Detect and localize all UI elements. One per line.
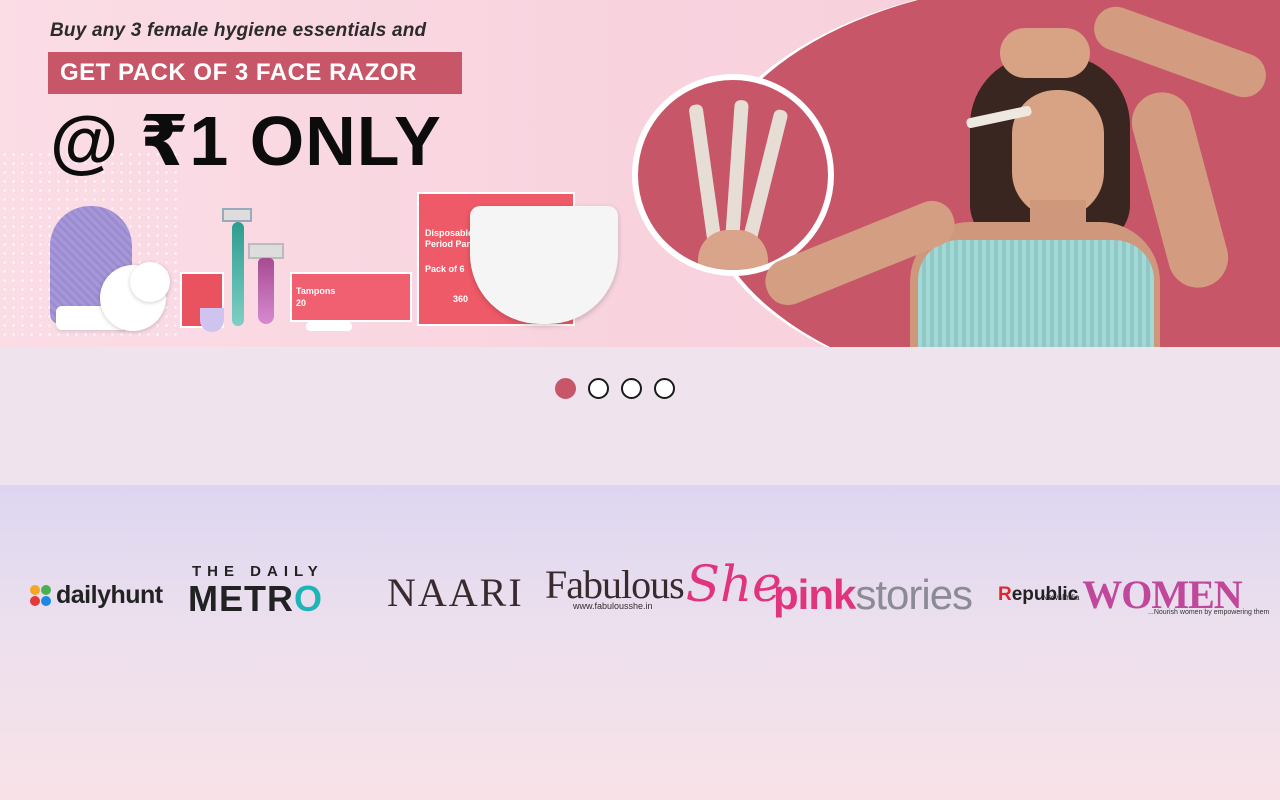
tampons-box-label: Tampons bbox=[296, 286, 336, 296]
press-logo-pink-stories[interactable]: pink stories bbox=[773, 571, 973, 619]
press-logo-republic-women[interactable]: Republic NewsIndia WOMEN ...Nourish wome… bbox=[998, 571, 1269, 618]
press-logo-dailyhunt[interactable]: dailyhunt bbox=[30, 581, 163, 610]
carousel-pagination bbox=[555, 378, 675, 399]
tampon-image bbox=[306, 322, 352, 331]
republic-r-letter: R bbox=[998, 583, 1012, 605]
stories-wordmark: stories bbox=[855, 571, 973, 618]
model-top bbox=[918, 240, 1154, 347]
press-logo-fabulous-she[interactable]: Fabulous She www.fabulousshe.in bbox=[545, 555, 782, 613]
razor-purple-image bbox=[258, 258, 274, 324]
dailyhunt-icon bbox=[30, 584, 52, 607]
tampons-count: 20 bbox=[296, 298, 307, 308]
razor-green-image bbox=[232, 222, 244, 326]
she-wordmark: She bbox=[685, 555, 782, 613]
face-razor-inset-image bbox=[632, 74, 834, 276]
tampons-box-image: Tampons 20 bbox=[290, 272, 412, 322]
banner-price: @ ₹1 ONLY bbox=[50, 102, 442, 180]
carousel-dot-4[interactable] bbox=[654, 378, 675, 399]
republic-subtitle: NewsIndia bbox=[1042, 593, 1080, 602]
press-logos-section: dailyhunt THE DAILY METRO NAARI Fabulous… bbox=[0, 485, 1280, 800]
banner-headline: Buy any 3 female hygiene essentials and bbox=[50, 20, 427, 41]
hand-image bbox=[698, 230, 768, 270]
razor-head-image bbox=[248, 243, 284, 259]
carousel-dot-2[interactable] bbox=[588, 378, 609, 399]
pink-wordmark: pink bbox=[773, 571, 856, 618]
face-razor-image bbox=[725, 99, 749, 241]
razor-head-image bbox=[222, 208, 252, 222]
face-razor-image bbox=[741, 108, 789, 248]
face-razor-image bbox=[688, 103, 722, 245]
daily-metro-wordmark: METRO bbox=[188, 580, 323, 618]
press-logo-daily-metro[interactable]: THE DAILY METRO bbox=[188, 563, 324, 618]
cotton-pad-image bbox=[130, 262, 170, 302]
fabulous-she-url: www.fabulousshe.in bbox=[573, 601, 653, 611]
press-logo-naari[interactable]: NAARI bbox=[387, 569, 524, 616]
metro-text: METR bbox=[188, 578, 294, 619]
metro-o-letter: O bbox=[294, 578, 324, 619]
republic-women-tagline: ...Nourish women by empowering them bbox=[1148, 609, 1270, 616]
menstrual-cup-image bbox=[200, 308, 224, 332]
panty-pack-label: Pack of 6 bbox=[425, 264, 465, 274]
dailyhunt-wordmark: dailyhunt bbox=[56, 581, 163, 609]
promo-banner[interactable]: Buy any 3 female hygiene essentials and … bbox=[0, 0, 1280, 347]
carousel-dot-3[interactable] bbox=[621, 378, 642, 399]
model-hand bbox=[1000, 28, 1090, 78]
panty-count: 360 bbox=[453, 294, 469, 304]
carousel-dot-1[interactable] bbox=[555, 378, 576, 399]
banner-offer-label: GET PACK OF 3 FACE RAZOR bbox=[48, 52, 462, 94]
